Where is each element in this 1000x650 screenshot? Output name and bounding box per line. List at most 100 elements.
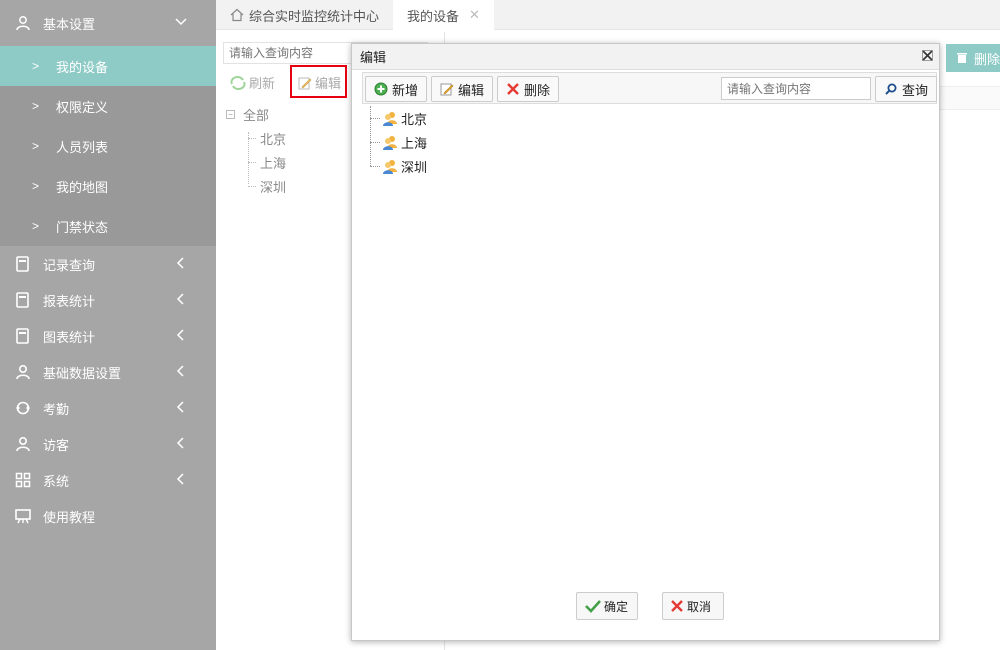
nav-label: 基本设置: [43, 16, 96, 32]
nav-label: 记录查询: [43, 257, 96, 273]
grid-icon: [14, 471, 32, 489]
tree-node[interactable]: 北京: [370, 106, 427, 130]
tree-connector: [370, 166, 380, 167]
query-button[interactable]: 查询: [875, 76, 937, 102]
sidebar-item-label: 门禁状态: [56, 219, 109, 235]
tree-connector: [248, 138, 256, 139]
report-icon: [14, 291, 32, 309]
chevron-right-icon: >: [32, 139, 40, 153]
sidebar-item-label: 人员列表: [56, 139, 109, 155]
nav-attendance[interactable]: 考勤: [0, 390, 216, 426]
delete-button[interactable]: 删除: [497, 76, 559, 102]
nav-label: 考勤: [43, 401, 70, 417]
tree-node[interactable]: 上海: [370, 130, 427, 154]
nav-charts[interactable]: 图表统计: [0, 318, 216, 354]
cancel-icon: [671, 600, 683, 612]
tree-node-label: 深圳: [260, 179, 287, 195]
collapse-icon[interactable]: −: [226, 109, 235, 119]
sidebar-item-my-devices[interactable]: > 我的设备: [0, 46, 216, 86]
close-icon[interactable]: ✕: [469, 7, 480, 23]
sidebar-item-label: 权限定义: [56, 99, 109, 115]
chevron-right-icon: >: [32, 219, 40, 233]
sidebar-item-personnel[interactable]: > 人员列表: [0, 126, 216, 166]
visitor-icon: [14, 435, 32, 453]
nav-reports[interactable]: 报表统计: [0, 282, 216, 318]
submenu: > 我的设备 > 权限定义 > 人员列表 > 我的地图 > 门禁状态: [0, 46, 216, 246]
search-input[interactable]: [721, 77, 871, 100]
add-button[interactable]: 新增: [365, 76, 427, 102]
users-icon: [14, 363, 32, 381]
chevron-left-icon: [174, 472, 188, 486]
trash-icon: [956, 52, 968, 64]
sidebar: 基本设置 > 我的设备 > 权限定义 > 人员列表 > 我的地图 > 门禁状态 记录查询 …: [0, 0, 216, 650]
sidebar-item-permissions[interactable]: > 权限定义: [0, 86, 216, 126]
refresh-label: 刷新: [249, 76, 276, 91]
delete-label: 删除: [524, 82, 551, 98]
confirm-label: 确定: [604, 599, 629, 614]
dialog-title-bar: 编辑: [352, 44, 939, 70]
cancel-button[interactable]: 取消: [662, 592, 724, 620]
tree-node-label: 全部: [243, 107, 270, 123]
nav-basic-settings[interactable]: 基本设置: [0, 0, 216, 46]
nav-records[interactable]: 记录查询: [0, 246, 216, 282]
chevron-left-icon: [174, 256, 188, 270]
search-icon: [884, 82, 898, 96]
delete-button[interactable]: 删除: [946, 44, 1000, 72]
chevron-left-icon: [174, 292, 188, 306]
chart-icon: [14, 327, 32, 345]
close-icon[interactable]: [921, 50, 933, 62]
dialog-title: 编辑: [360, 50, 387, 65]
nav-system[interactable]: 系统: [0, 462, 216, 498]
tree-connector: [370, 142, 380, 143]
nav-label: 报表统计: [43, 293, 96, 309]
tree-node-label: 北京: [260, 131, 287, 147]
users-icon: [382, 158, 398, 174]
delete-label: 删除: [974, 51, 1000, 67]
tree-node-root[interactable]: − 全部: [226, 102, 286, 126]
sidebar-item-label: 我的地图: [56, 179, 109, 195]
nav-tutorial[interactable]: 使用教程: [0, 498, 216, 534]
chevron-right-icon: >: [32, 99, 40, 113]
tree-connector: [370, 118, 380, 119]
add-icon: [374, 82, 388, 96]
record-icon: [14, 255, 32, 273]
query-label: 查询: [902, 82, 929, 98]
chevron-down-icon: [174, 15, 188, 29]
tab-my-devices[interactable]: 我的设备 ✕: [393, 0, 494, 30]
tree-connector: [248, 186, 256, 187]
dialog-footer: 确定 取消: [352, 592, 939, 620]
tree-node-label: 上海: [260, 155, 287, 171]
region-tree: 北京 上海 深圳: [370, 106, 427, 178]
sidebar-item-label: 我的设备: [56, 59, 109, 75]
users-icon: [382, 110, 398, 126]
dialog-body: 北京 上海 深圳: [362, 104, 937, 544]
nav-label: 系统: [43, 473, 70, 489]
tab-bar: 综合实时监控统计中心 我的设备 ✕: [216, 0, 1000, 30]
tree-node[interactable]: 北京: [226, 126, 286, 150]
delete-icon: [506, 82, 520, 96]
confirm-button[interactable]: 确定: [576, 592, 638, 620]
tree-node[interactable]: 深圳: [370, 154, 427, 178]
home-icon: [230, 8, 244, 22]
pencil-icon: [440, 82, 454, 96]
attendance-icon: [14, 399, 32, 417]
edit-button[interactable]: 编辑: [431, 76, 493, 102]
highlight-box: [290, 65, 347, 98]
nav-base-data[interactable]: 基础数据设置: [0, 354, 216, 390]
refresh-button[interactable]: 刷新: [230, 73, 275, 92]
tree-connector: [248, 132, 249, 184]
sidebar-item-door-status[interactable]: > 门禁状态: [0, 206, 216, 246]
tree-node[interactable]: 深圳: [226, 174, 286, 198]
edit-label: 编辑: [458, 82, 485, 98]
nav-visitors[interactable]: 访客: [0, 426, 216, 462]
tree-node[interactable]: 上海: [226, 150, 286, 174]
nav-label: 基础数据设置: [43, 365, 122, 381]
tree-node-label: 深圳: [401, 159, 428, 175]
sidebar-item-my-map[interactable]: > 我的地图: [0, 166, 216, 206]
table-header: [940, 86, 1000, 110]
check-icon: [585, 599, 601, 613]
nav-label: 使用教程: [43, 509, 96, 525]
tree-node-label: 北京: [401, 111, 428, 127]
edit-dialog: 编辑 新增 编辑 删除 查询 北京: [351, 43, 940, 641]
tab-dashboard[interactable]: 综合实时监控统计中心: [216, 0, 393, 30]
